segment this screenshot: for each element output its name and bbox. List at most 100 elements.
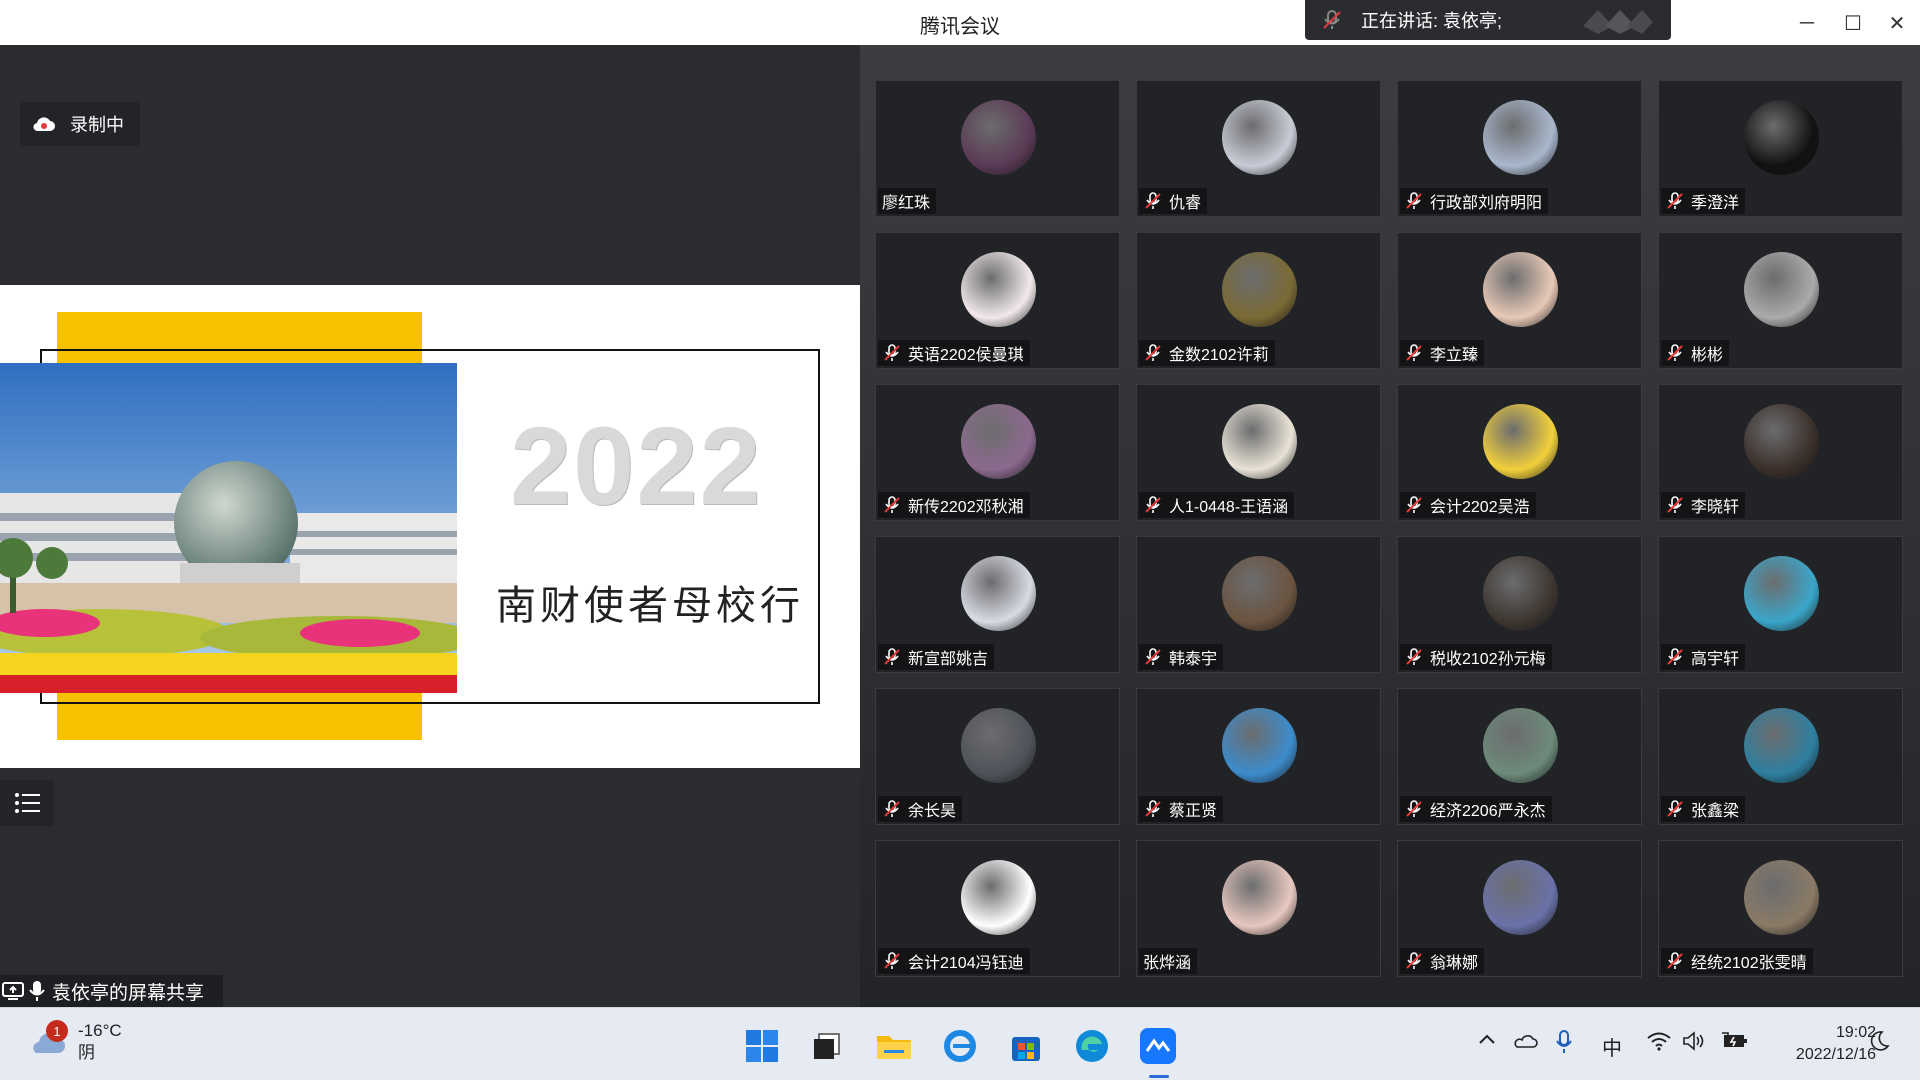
internet-explorer-icon	[944, 1030, 976, 1062]
participant-name: 新宣部姚吉	[908, 651, 989, 668]
file-explorer-button[interactable]	[874, 1026, 914, 1066]
mic-muted-icon	[1667, 496, 1683, 513]
participant-avatar	[1744, 556, 1819, 631]
participant-tile[interactable]: 廖红珠	[875, 80, 1120, 217]
participant-name: 新传2202邓秋湘	[908, 499, 1024, 516]
screen-share-text: 袁依亭的屏幕共享	[52, 982, 205, 1004]
microsoft-store-icon	[1012, 1037, 1040, 1061]
wifi-button[interactable]	[1646, 1030, 1672, 1058]
participant-avatar	[1483, 860, 1558, 935]
participant-name-label: 张鑫梁	[1661, 796, 1746, 822]
participant-tile[interactable]: 经统2102张雯晴	[1658, 840, 1903, 977]
show-hidden-icons-button[interactable]	[1477, 1030, 1497, 1056]
participant-tile[interactable]: 季澄洋	[1658, 80, 1903, 217]
participant-tile[interactable]: 张烨涵	[1136, 840, 1381, 977]
participant-name-label: 经统2102张雯晴	[1661, 948, 1813, 974]
taskbar: 1 -16°C 阴 中 19:02 2022/12/16	[0, 1007, 1920, 1080]
participant-avatar	[1222, 100, 1297, 175]
battery-button[interactable]	[1720, 1030, 1748, 1058]
participant-name: 会计2104冯钰迪	[908, 955, 1024, 972]
weather-temperature: -16°C	[78, 1021, 122, 1040]
participant-tile[interactable]: 会计2202吴浩	[1397, 384, 1642, 521]
recording-indicator[interactable]: 录制中	[20, 102, 140, 146]
participant-name-label: 余长昊	[878, 796, 963, 822]
maximize-button[interactable]: ☐	[1838, 8, 1868, 38]
participant-name-label: 会计2104冯钰迪	[878, 948, 1030, 974]
screen-share-icon	[2, 982, 24, 1000]
participant-name-label: 彬彬	[1661, 340, 1730, 366]
participant-name-label: 会计2202吴浩	[1400, 492, 1536, 518]
participant-tile[interactable]: 韩泰宇	[1136, 536, 1381, 673]
ime-indicator[interactable]: 中	[1602, 1032, 1622, 1061]
participant-tile[interactable]: 金数2102许莉	[1136, 232, 1381, 369]
tencent-meeting-button[interactable]	[1138, 1026, 1178, 1066]
participant-tile[interactable]: 张鑫梁	[1658, 688, 1903, 825]
participant-name-label: 经济2206严永杰	[1400, 796, 1552, 822]
participant-name-label: 人1-0448-王语涵	[1139, 492, 1295, 518]
participant-name-label: 税收2102孙元梅	[1400, 644, 1552, 670]
participant-name-label: 张烨涵	[1139, 948, 1198, 974]
participant-name-label: 新宣部姚吉	[878, 644, 995, 670]
recording-label: 录制中	[70, 115, 124, 135]
screen-share-label: 袁依亭的屏幕共享	[0, 975, 223, 1007]
screen-share-panel: 录制中 2022 南财使者母校行 袁依亭的屏幕共享	[0, 45, 860, 1007]
participant-name: 行政部刘府明阳	[1430, 195, 1543, 212]
mic-muted-icon	[1145, 648, 1161, 665]
participant-tile[interactable]: 李立臻	[1397, 232, 1642, 369]
task-view-button[interactable]	[807, 1026, 847, 1066]
participant-tile[interactable]: 经济2206严永杰	[1397, 688, 1642, 825]
participant-name: 英语2202侯曼琪	[908, 347, 1024, 364]
participant-tile[interactable]: 翁琳娜	[1397, 840, 1642, 977]
participant-name-label: 李立臻	[1400, 340, 1485, 366]
participant-avatar	[1222, 556, 1297, 631]
onedrive-cloud-icon	[1514, 1035, 1538, 1048]
task-view-icon	[814, 1033, 840, 1059]
participant-tile[interactable]: 行政部刘府明阳	[1397, 80, 1642, 217]
mic-muted-icon	[884, 800, 900, 817]
participant-avatar	[961, 556, 1036, 631]
participant-name: 彬彬	[1691, 347, 1724, 364]
participant-tile[interactable]: 人1-0448-王语涵	[1136, 384, 1381, 521]
participant-name: 蔡正贤	[1169, 803, 1218, 820]
participant-name-label: 英语2202侯曼琪	[878, 340, 1030, 366]
participant-tile[interactable]: 李晓轩	[1658, 384, 1903, 521]
participant-name-label: 廖红珠	[878, 188, 937, 214]
participant-tile[interactable]: 蔡正贤	[1136, 688, 1381, 825]
participant-tile[interactable]: 新宣部姚吉	[875, 536, 1120, 673]
edge-icon	[1076, 1030, 1108, 1062]
microphone-button[interactable]	[1555, 1030, 1573, 1060]
active-app-indicator	[1149, 1075, 1169, 1078]
participant-tile[interactable]: 新传2202邓秋湘	[875, 384, 1120, 521]
edge-browser-button[interactable]	[1072, 1026, 1112, 1066]
clock-date: 2022/12/16	[1795, 1046, 1876, 1063]
weather-widget[interactable]: 1 -16°C 阴	[28, 1020, 122, 1064]
participant-name: 人1-0448-王语涵	[1169, 499, 1289, 516]
participant-avatar	[1744, 404, 1819, 479]
volume-button[interactable]	[1682, 1030, 1706, 1058]
participant-tile[interactable]: 税收2102孙元梅	[1397, 536, 1642, 673]
participant-name: 会计2202吴浩	[1430, 499, 1530, 516]
close-button[interactable]: ✕	[1882, 8, 1912, 38]
participant-avatar	[1744, 100, 1819, 175]
minimize-button[interactable]: ─	[1792, 8, 1822, 38]
participant-tile[interactable]: 彬彬	[1658, 232, 1903, 369]
list-menu-button[interactable]	[0, 780, 54, 826]
participant-avatar	[961, 860, 1036, 935]
participant-tile[interactable]: 仇睿	[1136, 80, 1381, 217]
folder-icon	[877, 1036, 911, 1059]
start-button[interactable]	[742, 1026, 782, 1066]
store-button[interactable]	[1006, 1026, 1046, 1066]
participant-tile[interactable]: 英语2202侯曼琪	[875, 232, 1120, 369]
participant-name: 余长昊	[908, 803, 957, 820]
participant-name-label: 翁琳娜	[1400, 948, 1485, 974]
participant-name: 张烨涵	[1143, 955, 1192, 972]
clock[interactable]: 19:02 2022/12/16	[1760, 1022, 1876, 1066]
participant-tile[interactable]: 余长昊	[875, 688, 1120, 825]
participant-name: 李晓轩	[1691, 499, 1740, 516]
participant-tile[interactable]: 会计2104冯钰迪	[875, 840, 1120, 977]
onedrive-button[interactable]	[1512, 1030, 1538, 1056]
participant-name: 金数2102许莉	[1169, 347, 1269, 364]
ie-browser-button[interactable]	[940, 1026, 980, 1066]
focus-assist-button[interactable]	[1868, 1030, 1890, 1058]
participant-tile[interactable]: 高宇轩	[1658, 536, 1903, 673]
